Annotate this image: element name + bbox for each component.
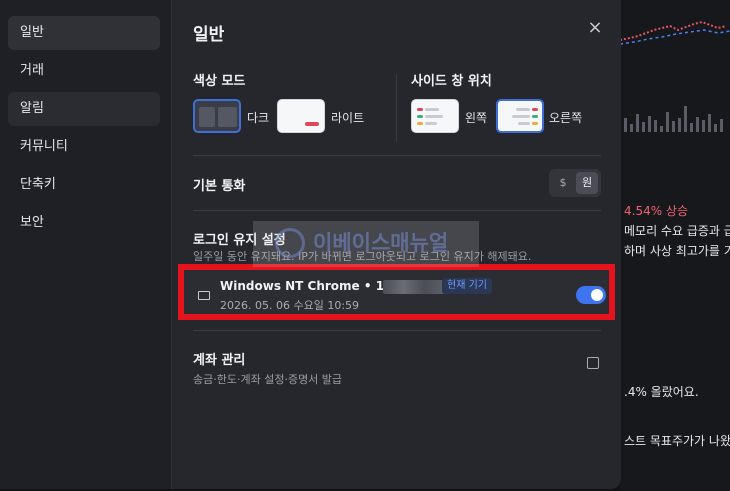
background-text-4: 스트 목표주가가 나왔어 — [624, 434, 730, 448]
side-right-option[interactable] — [496, 99, 544, 133]
thumb-line — [518, 122, 530, 125]
thumb-line — [532, 122, 538, 125]
sidebar-item-community[interactable]: 커뮤니티 — [8, 130, 160, 164]
device-row: Windows NT Chrome • 12 현재 기기 2026. 05. 0… — [178, 264, 615, 320]
currency-toggle: $ 원 — [549, 169, 601, 197]
thumb-block — [199, 107, 215, 127]
side-right-label: 오른쪽 — [549, 111, 583, 125]
background-percent: 4.54% 상승 — [624, 204, 689, 218]
sidebar-item-general[interactable]: 일반 — [8, 16, 160, 50]
thumb-pill — [305, 122, 319, 126]
light-mode-label: 라이트 — [331, 111, 365, 125]
currency-usd-option[interactable]: $ — [552, 172, 574, 194]
device-name: Windows NT Chrome • 12 — [220, 279, 393, 293]
thumb-line — [512, 115, 530, 118]
login-keep-toggle[interactable] — [576, 286, 606, 304]
background-text-3: .4% 올랐어요. — [624, 385, 699, 399]
thumb-line — [425, 108, 439, 111]
sidebar-item-notifications[interactable]: 알림 — [8, 92, 160, 126]
redacted-ip — [383, 280, 445, 294]
thumb-line — [532, 115, 538, 118]
divider — [396, 74, 397, 142]
divider — [193, 155, 601, 156]
thumb-line — [532, 108, 538, 111]
dark-mode-label: 다크 — [247, 111, 270, 125]
side-panel-label: 사이드 창 위치 — [411, 74, 492, 89]
page-title: 일반 — [193, 25, 225, 45]
thumb-line — [417, 108, 423, 111]
account-description: 송금·한도·계좌 설정·증명서 발급 — [193, 373, 343, 386]
thumb-line — [425, 122, 437, 125]
sidebar-item-trading[interactable]: 거래 — [8, 54, 160, 88]
background-app: 4.54% 상승 메모리 수요 급증과 급 하며 사상 최고가를 기록 .4% … — [620, 0, 730, 491]
color-mode-label: 색상 모드 — [193, 74, 246, 89]
currency-label: 기본 통화 — [193, 179, 246, 194]
account-label: 계좌 관리 — [193, 353, 246, 368]
monitor-icon — [198, 291, 210, 300]
light-mode-option[interactable] — [277, 99, 325, 133]
background-text-1: 메모리 수요 급증과 급 — [624, 224, 730, 238]
thumb-line — [516, 108, 530, 111]
currency-krw-option[interactable]: 원 — [576, 172, 598, 194]
sidebar-item-security[interactable]: 보안 — [8, 206, 160, 240]
device-datetime: 2026. 05. 06 수요일 10:59 — [220, 299, 360, 312]
dark-mode-option[interactable] — [193, 99, 241, 133]
side-left-label: 왼쪽 — [465, 111, 488, 125]
thumb-line — [417, 122, 423, 125]
sidebar-item-shortcuts[interactable]: 단축키 — [8, 168, 160, 202]
settings-sidebar: 일반 거래 알림 커뮤니티 단축키 보안 — [0, 0, 172, 489]
watermark: 이베이스매뉴얼 — [253, 221, 479, 267]
side-left-option[interactable] — [411, 99, 459, 133]
thumb-line — [425, 115, 443, 118]
divider — [193, 210, 601, 211]
external-link-icon[interactable] — [587, 357, 599, 369]
thumb-line — [417, 115, 423, 118]
background-text-2: 하며 사상 최고가를 기록 — [624, 244, 730, 258]
toggle-knob — [591, 289, 603, 301]
divider — [193, 330, 601, 331]
thumb-block — [218, 107, 237, 127]
close-icon[interactable]: × — [585, 18, 605, 38]
current-device-badge: 현재 기기 — [442, 278, 492, 294]
watermark-logo — [275, 228, 305, 258]
watermark-text: 이베이스매뉴얼 — [313, 231, 449, 255]
background-chart — [620, 20, 730, 132]
